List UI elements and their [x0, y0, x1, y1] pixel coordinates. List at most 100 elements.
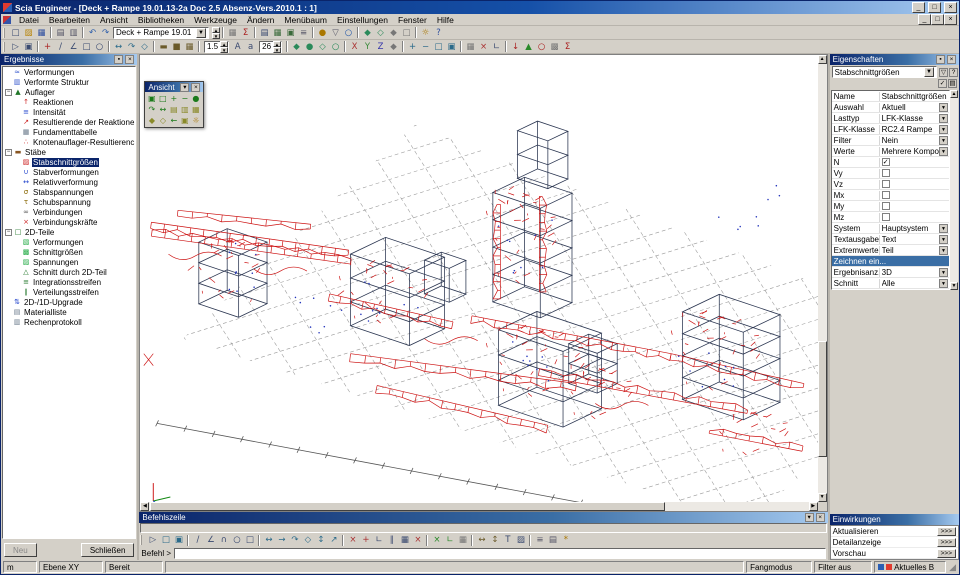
pin-icon[interactable]: ▪	[114, 55, 123, 64]
ortho-icon[interactable]: ∟	[490, 41, 503, 53]
previous-view-icon[interactable]: ←	[168, 115, 179, 126]
extend-icon[interactable]: +	[359, 534, 372, 546]
help-icon[interactable]: ?	[432, 27, 445, 39]
tree-item-verbindungskrafte[interactable]: ×Verbindungskräfte	[3, 217, 135, 227]
move-icon[interactable]: ↔	[262, 534, 275, 546]
menu-datei[interactable]: Datei	[14, 15, 44, 25]
properties-combo[interactable]: Stabschnittgrößen ▼	[832, 66, 937, 78]
vertical-scroll-thumb[interactable]	[818, 341, 827, 457]
tree-expander-icon[interactable]: −	[5, 229, 12, 236]
minimize-button[interactable]: _	[912, 2, 925, 13]
tree-item-verformungen[interactable]: ▧Verformungen	[3, 237, 135, 247]
polyline-icon[interactable]: ∠	[204, 534, 217, 546]
table-icon[interactable]: ▦	[271, 27, 284, 39]
stretch-icon[interactable]: ↗	[327, 534, 340, 546]
menu-bearbeiten[interactable]: Bearbeiten	[44, 15, 95, 25]
clipping-box-icon[interactable]: □	[400, 27, 413, 39]
horizontal-scroll-thumb[interactable]	[150, 502, 665, 511]
mirror-icon[interactable]: ◇	[138, 41, 151, 53]
property-row-zeichnen-ein[interactable]: Zeichnen ein...	[832, 256, 949, 267]
tree-item-schnittgrossen[interactable]: ▩Schnittgrößen	[3, 247, 135, 257]
tree-item-stabspannungen[interactable]: σStabspannungen	[3, 187, 135, 197]
viewport-vertical-scrollbar[interactable]: ▲ ▼	[818, 55, 827, 502]
rotate-icon[interactable]: ↷	[125, 41, 138, 53]
ansicht-toolbar[interactable]: Ansicht ▾ × ▣□+−●↷↔▤▥▦◆◇←▣☼	[144, 81, 204, 128]
properties-scrollbar[interactable]: ▲ ▼	[950, 90, 958, 290]
column-icon[interactable]: ■	[170, 41, 183, 53]
close-icon[interactable]: ×	[191, 83, 200, 92]
chevron-down-icon[interactable]: ▼	[196, 28, 206, 38]
render-icon[interactable]: ◆	[361, 27, 374, 39]
tree-item-schnitt-durch-2d-teil[interactable]: △Schnitt durch 2D-Teil	[3, 267, 135, 277]
zoom-window-icon[interactable]: □	[159, 534, 172, 546]
zoom-in-icon[interactable]: +	[168, 93, 179, 104]
layers-icon[interactable]: ≡	[533, 534, 546, 546]
property-row-system[interactable]: SystemHauptsystem▼	[832, 223, 949, 234]
named-view-icon[interactable]: ▣	[179, 115, 190, 126]
dimension-icon[interactable]: ↕	[488, 534, 501, 546]
view-z-icon[interactable]: Z	[374, 41, 387, 53]
explode-icon[interactable]: *	[559, 534, 572, 546]
detailanzeige-button[interactable]: >>>	[937, 538, 956, 547]
snap-icon[interactable]: ×	[430, 534, 443, 546]
move-icon[interactable]: ↔	[112, 41, 125, 53]
axonometric-view-icon[interactable]: ◆	[146, 115, 157, 126]
tree-item-verbindungen[interactable]: ∞Verbindungen	[3, 207, 135, 217]
menu-hilfe[interactable]: Hilfe	[432, 15, 459, 25]
command-panel-titlebar[interactable]: Befehlszeile ▾ ×	[139, 512, 827, 523]
tree-item-spannungen[interactable]: ▨Spannungen	[3, 257, 135, 267]
zoom-selection-icon[interactable]: ●	[190, 93, 201, 104]
checkbox[interactable]	[882, 202, 890, 210]
zoom-out-icon[interactable]: −	[179, 93, 190, 104]
arc-icon[interactable]: ∩	[217, 534, 230, 546]
chevron-down-icon[interactable]: ▾	[805, 513, 814, 522]
results-panel-titlebar[interactable]: Ergebnisse ▪ ×	[1, 54, 137, 65]
text-icon[interactable]: T	[501, 534, 514, 546]
tree-item-rechenprotokoll[interactable]: ▥Rechenprotokoll	[3, 317, 135, 327]
render-mode-icon[interactable]: ◆	[290, 41, 303, 53]
zoom-all-icon[interactable]: ▣	[146, 93, 157, 104]
menu-einstellungen[interactable]: Einstellungen	[332, 15, 393, 25]
tree-item-verformungen[interactable]: ≈Verformungen	[3, 67, 135, 77]
project-combo[interactable]: Deck + Rampe 19.01 ▼	[113, 27, 209, 39]
axonometry-icon[interactable]: ◆	[387, 27, 400, 39]
scroll-down-icon[interactable]: ▼	[950, 282, 958, 290]
grid-icon[interactable]: ▦	[464, 41, 477, 53]
filter-icon[interactable]: ▽	[329, 27, 342, 39]
chevron-down-icon[interactable]: ▼	[939, 136, 948, 145]
ortho-icon[interactable]: ∟	[443, 534, 456, 546]
front-view-icon[interactable]: ▤	[168, 104, 179, 115]
zoom-all-icon[interactable]: ▣	[172, 534, 185, 546]
offset-icon[interactable]: ∥	[385, 534, 398, 546]
chevron-down-icon[interactable]: ▾	[180, 83, 189, 92]
neu-button[interactable]: Neu	[4, 543, 37, 557]
checkbox[interactable]	[882, 213, 890, 221]
shade-mode-icon[interactable]: ●	[303, 41, 316, 53]
view-y-icon[interactable]: Y	[361, 41, 374, 53]
close-icon[interactable]: ×	[947, 55, 956, 64]
tree-expander-icon[interactable]: −	[5, 89, 12, 96]
child-restore-button[interactable]: □	[931, 14, 944, 25]
node-icon[interactable]: +	[41, 41, 54, 53]
project-spinner[interactable]: ▲▼	[212, 27, 220, 39]
settings-icon[interactable]: ☼	[419, 27, 432, 39]
scale-stepper[interactable]: 1.5 ▲▼	[204, 41, 229, 53]
zoom-window-icon[interactable]: □	[432, 41, 445, 53]
toolbar-handle[interactable]	[3, 28, 6, 38]
child-window-icon[interactable]	[3, 16, 11, 24]
actions-panel-titlebar[interactable]: Einwirkungen	[830, 514, 959, 525]
tree-item-2d-teile[interactable]: −□2D-Teile	[3, 227, 135, 237]
tree-item-fundamenttabelle[interactable]: ▦Fundamenttabelle	[3, 127, 135, 137]
trim-icon[interactable]: ×	[346, 534, 359, 546]
zoom-out-icon[interactable]: −	[419, 41, 432, 53]
font-increase-icon[interactable]: A	[231, 41, 244, 53]
axo-view-icon[interactable]: ◆	[387, 41, 400, 53]
chevron-down-icon[interactable]: ▼	[939, 103, 948, 112]
open-folder-icon[interactable]: ▨	[22, 27, 35, 39]
chevron-down-icon[interactable]: ▼	[924, 67, 934, 77]
tree-item-intensitat[interactable]: ≡Intensität	[3, 107, 135, 117]
schliessen-button[interactable]: Schließen	[81, 543, 135, 557]
command-input[interactable]	[174, 548, 826, 559]
tree-expander-icon[interactable]: −	[5, 149, 12, 156]
light-icon[interactable]: ☼	[190, 115, 201, 126]
